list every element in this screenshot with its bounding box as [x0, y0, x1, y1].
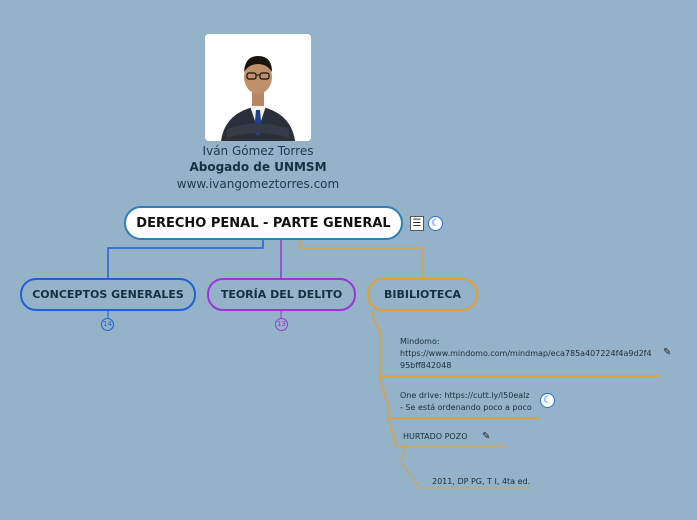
pen-icon[interactable]: ✎	[663, 347, 671, 358]
person-portrait-icon	[205, 34, 311, 141]
subtopic-mindomo[interactable]: Mindomo: https://www.mindomo.com/mindmap…	[400, 336, 652, 372]
profile-title: Abogado de UNMSM	[189, 160, 327, 174]
moon-icon[interactable]: ☾	[428, 216, 443, 231]
profile-name: Iván Gómez Torres	[202, 144, 314, 158]
topic-biblioteca[interactable]: BIBILIOTECA	[367, 278, 478, 311]
mindomo-url-line-1: https://www.mindomo.com/mindmap/eca785a4…	[400, 349, 652, 358]
topic-label: CONCEPTOS GENERALES	[32, 288, 184, 301]
subtopic-hurtado-pozo[interactable]: HURTADO POZO	[403, 431, 467, 443]
topic-label: TEORÍA DEL DELITO	[220, 288, 343, 301]
subtopic-hurtado-reference[interactable]: 2011, DP PG, T I, 4ta ed.	[432, 476, 530, 488]
collapsed-count-badge[interactable]: 14	[101, 318, 114, 331]
pen-icon[interactable]: ✎	[482, 431, 490, 442]
profile-photo	[205, 34, 311, 141]
mindomo-url-line-2: 95bff842048	[400, 361, 452, 370]
central-topic[interactable]: DERECHO PENAL - PARTE GENERAL	[124, 206, 403, 240]
subtopic-one-drive[interactable]: One drive: https://cutt.ly/l50ealz - Se …	[400, 390, 532, 414]
menu-icon[interactable]: ☰	[410, 216, 424, 231]
topic-label: BIBILIOTECA	[383, 288, 461, 301]
topic-conceptos-generales[interactable]: CONCEPTOS GENERALES	[20, 278, 196, 311]
drive-line-2: - Se está ordenando poco a poco	[400, 403, 532, 412]
moon-icon[interactable]: ☾	[540, 393, 555, 408]
mindomo-label: Mindomo:	[400, 337, 440, 346]
topic-teoria-del-delito[interactable]: TEORÍA DEL DELITO	[207, 278, 356, 311]
collapsed-count-badge[interactable]: 13	[275, 318, 288, 331]
profile-website[interactable]: www.ivangomeztorres.com	[158, 177, 358, 191]
connector-lines	[107, 240, 660, 489]
drive-line-1: One drive: https://cutt.ly/l50ealz	[400, 391, 530, 400]
central-topic-label: DERECHO PENAL - PARTE GENERAL	[136, 215, 391, 231]
